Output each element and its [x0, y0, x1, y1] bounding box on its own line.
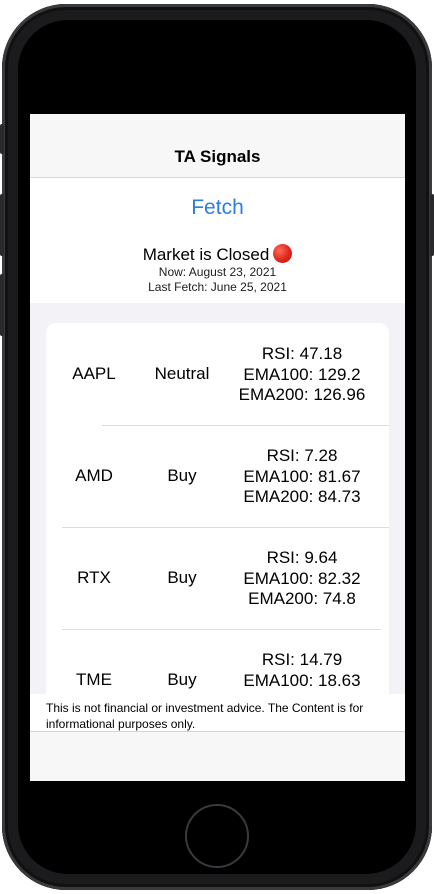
signals-card: AAPL Neutral RSI: 47.18 EMA100: 129.2 EM…: [46, 323, 389, 694]
signal-label: Buy: [167, 466, 197, 485]
market-status-label: Market is Closed: [142, 245, 270, 264]
red-circle-icon: [273, 244, 293, 263]
indicator-values: RSI: 14.79 EMA100: 18.63: [232, 650, 372, 691]
signal-label: Neutral: [154, 364, 210, 383]
signal-label: Buy: [167, 568, 197, 587]
fetch-button[interactable]: Fetch: [30, 196, 405, 220]
indicator-values: RSI: 7.28 EMA100: 81.67 EMA200: 84.73: [232, 446, 372, 508]
indicator-values: RSI: 9.64 EMA100: 82.32 EMA200: 74.8: [232, 548, 372, 610]
volume-up-button: [0, 194, 4, 256]
volume-down-button: [0, 274, 4, 336]
signal-row-rtx[interactable]: RTX Buy RSI: 9.64 EMA100: 82.32 EMA200: …: [46, 527, 389, 629]
ema100-value: EMA100: 81.67: [243, 466, 361, 486]
ema200-value: EMA200: 84.73: [243, 487, 361, 506]
disclaimer-text: This is not financial or investment advi…: [46, 701, 364, 731]
ticker-symbol: AMD: [75, 466, 113, 485]
ema100-value: EMA100: 82.32: [243, 568, 361, 588]
ticker-symbol: TME: [76, 670, 112, 689]
rsi-value: RSI: 9.64: [266, 548, 338, 567]
rsi-value: RSI: 7.28: [266, 446, 338, 465]
ticker-symbol: RTX: [77, 568, 111, 587]
power-button: [430, 194, 434, 256]
app-screen: TA Signals Fetch Market is Closed Now: A…: [30, 114, 405, 781]
bottom-toolbar: [30, 731, 405, 781]
signal-row-amd[interactable]: AMD Buy RSI: 7.28 EMA100: 81.67 EMA200: …: [46, 425, 389, 527]
ema200-value: EMA200: 74.8: [248, 589, 356, 608]
ema200-value: EMA200: 126.96: [238, 385, 366, 404]
navigation-bar: TA Signals: [30, 114, 405, 178]
home-button[interactable]: [185, 804, 249, 868]
ema100-value: EMA100: 129.2: [243, 364, 361, 384]
signal-label: Buy: [167, 670, 197, 689]
market-status: Market is Closed: [30, 244, 405, 265]
last-fetch-date: Last Fetch: June 25, 2021: [148, 280, 287, 294]
page-title: TA Signals: [174, 147, 261, 166]
mute-switch: [0, 124, 4, 154]
indicator-values: RSI: 47.18 EMA100: 129.2 EMA200: 126.96: [232, 344, 372, 406]
signal-row-aapl[interactable]: AAPL Neutral RSI: 47.18 EMA100: 129.2 EM…: [46, 323, 389, 425]
signals-list[interactable]: AAPL Neutral RSI: 47.18 EMA100: 129.2 EM…: [30, 303, 405, 694]
rsi-value: RSI: 47.18: [261, 344, 343, 363]
rsi-value: RSI: 14.79: [261, 650, 343, 669]
ticker-symbol: AAPL: [72, 364, 116, 383]
ema100-value: EMA100: 18.63: [243, 670, 361, 690]
current-date: Now: August 23, 2021: [158, 265, 277, 279]
signal-row-tme[interactable]: TME Buy RSI: 14.79 EMA100: 18.63: [46, 629, 389, 694]
